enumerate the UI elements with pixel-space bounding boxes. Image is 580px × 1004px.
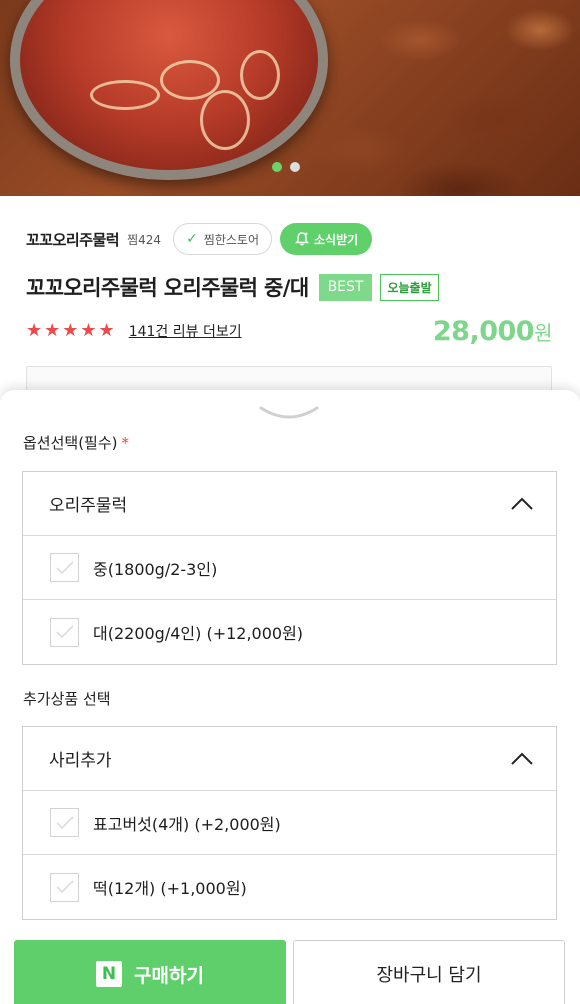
best-badge: BEST: [318, 273, 373, 301]
product-page: 꼬꼬오리주물럭 찜424 ✓ 찜한스토어 소식받기 꼬꼬오리주물럭 오리주물럭 …: [0, 0, 580, 1004]
fav-store-label: 찜한스토어: [203, 232, 259, 247]
product-image: [10, 0, 328, 180]
npay-icon: N: [96, 961, 123, 987]
subscribe-alert-button[interactable]: 소식받기: [280, 223, 373, 255]
option-checkbox[interactable]: [50, 553, 79, 582]
buy-now-button[interactable]: N 구매하기: [14, 940, 286, 1004]
chevron-up-icon: [511, 497, 533, 510]
option-bottom-sheet: 옵션선택(필수) * 오리주물럭 중(1800g/2-3인) 대(2200g/4인…: [0, 390, 580, 1004]
option-group-name: 오리주물럭: [49, 496, 128, 516]
option-section-label: 옵션선택(필수) *: [23, 432, 129, 453]
addon-item-label: 표고버섯(4개) (+2,000원): [93, 814, 281, 834]
carousel-indicator: [272, 162, 300, 172]
required-mark: *: [121, 434, 130, 452]
addon-checkbox[interactable]: [50, 872, 79, 902]
chevron-up-icon: [511, 752, 533, 765]
option-item-label: 대(2200g/4인) (+12,000원): [93, 624, 304, 643]
addon-item-rice-cake[interactable]: 떡(12개) (+1,000원): [23, 855, 556, 919]
check-icon: [55, 815, 74, 829]
store-name[interactable]: 꼬꼬오리주물럭: [26, 229, 120, 250]
option-checkbox[interactable]: [50, 617, 79, 647]
product-title: 꼬꼬오리주물럭 오리주물럭 중/대: [26, 276, 309, 300]
option-section-text: 옵션선택(필수): [23, 434, 118, 452]
option-group-header[interactable]: 오리주물럭: [23, 472, 556, 536]
addon-item-label: 떡(12개) (+1,000원): [93, 879, 247, 898]
check-icon: [55, 625, 74, 639]
sheet-collapse-handle-icon[interactable]: [258, 402, 320, 424]
store-fav-count: 찜424: [127, 232, 162, 247]
bottom-action-bar: N 구매하기 장바구니 담기: [0, 920, 580, 1004]
buy-now-label: 구매하기: [134, 964, 204, 987]
option-item-label: 중(1800g/2-3인): [93, 559, 218, 579]
add-to-cart-button[interactable]: 장바구니 담기: [293, 940, 565, 1004]
addon-group-header[interactable]: 사리추가: [23, 727, 556, 791]
addon-group-name: 사리추가: [49, 751, 112, 771]
option-item-medium[interactable]: 중(1800g/2-3인): [23, 536, 556, 600]
price-value: 28,000: [432, 316, 535, 347]
addon-item-mushroom[interactable]: 표고버섯(4개) (+2,000원): [23, 791, 556, 855]
check-icon: [55, 880, 74, 894]
addon-checkbox[interactable]: [50, 808, 79, 837]
today-shipping-badge: 오늘출발: [380, 273, 439, 301]
product-image-carousel[interactable]: [0, 0, 580, 196]
review-link[interactable]: 141건 리뷰 더보기: [129, 321, 242, 341]
store-row: 꼬꼬오리주물럭 찜424 ✓ 찜한스토어 소식받기: [26, 222, 373, 256]
product-price: 28,000원: [432, 316, 553, 347]
addon-group-sari: 사리추가 표고버섯(4개) (+2,000원) 떡(12개) (+1,000원): [22, 726, 557, 920]
option-item-large[interactable]: 대(2200g/4인) (+12,000원): [23, 600, 556, 664]
rating-row: ★★★★★ 141건 리뷰 더보기: [26, 320, 242, 341]
addon-section-label: 추가상품 선택: [23, 690, 111, 708]
subscribe-alert-label: 소식받기: [314, 232, 359, 247]
carousel-dot-active[interactable]: [272, 162, 282, 172]
check-icon: ✓: [186, 231, 198, 247]
fav-store-button[interactable]: ✓ 찜한스토어: [173, 223, 272, 255]
option-group-duck: 오리주물럭 중(1800g/2-3인) 대(2200g/4인) (+12,000…: [22, 471, 557, 665]
product-title-row: 꼬꼬오리주물럭 오리주물럭 중/대 BEST 오늘출발: [26, 272, 439, 302]
bell-plus-icon: [294, 232, 310, 246]
rating-stars: ★★★★★: [26, 320, 117, 341]
price-unit: 원: [534, 321, 552, 345]
carousel-dot[interactable]: [290, 162, 300, 172]
check-icon: [55, 560, 74, 574]
